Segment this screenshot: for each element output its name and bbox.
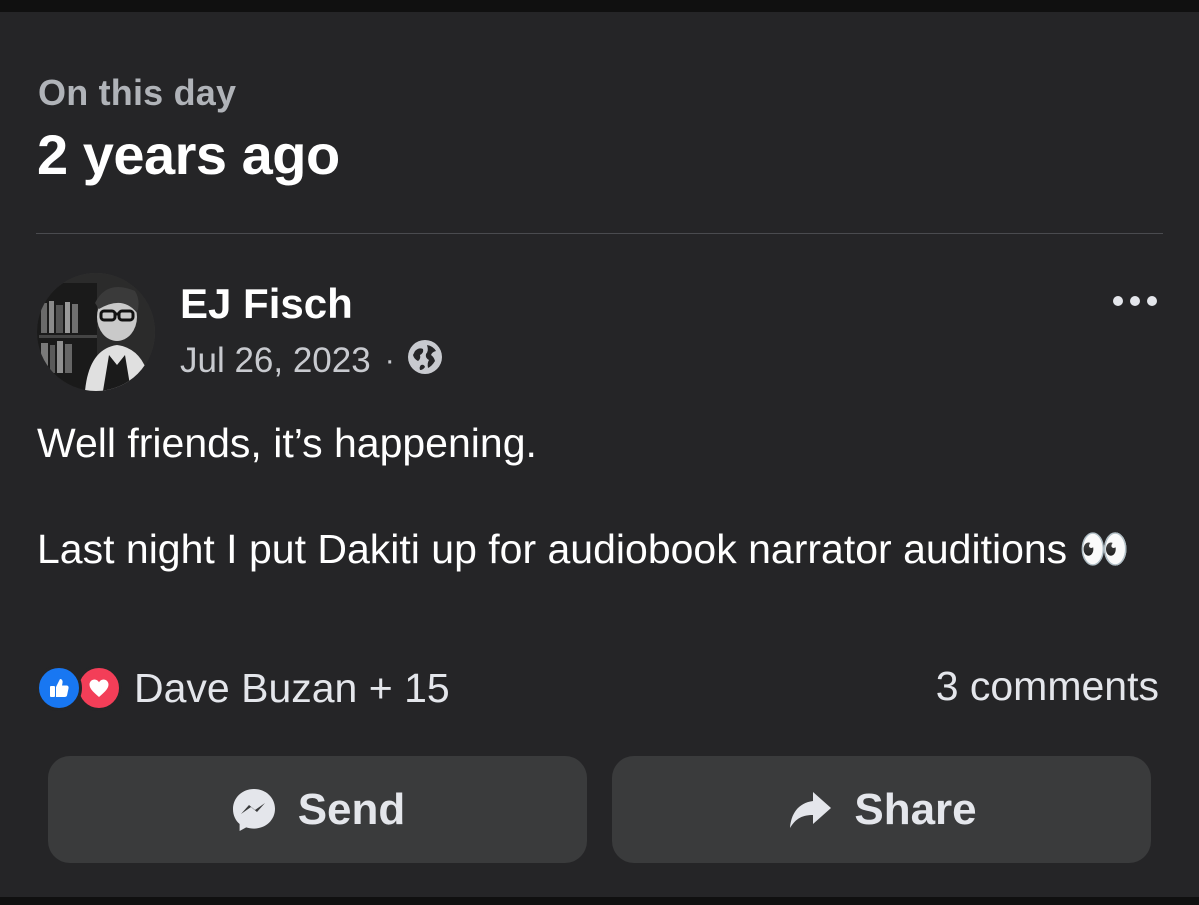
post-text: Well friends, it’s happening. Last night… — [37, 420, 1130, 572]
memory-card: On this day 2 years ago EJ Fisch Jul 26,… — [0, 12, 1199, 897]
post-meta: Jul 26, 2023 · — [180, 339, 443, 384]
share-label: Share — [854, 784, 977, 834]
comments-count[interactable]: 3 comments — [936, 663, 1159, 710]
reactors-text: Dave Buzan + 15 — [134, 664, 450, 711]
more-dot-icon — [1113, 296, 1123, 306]
memory-headline: 2 years ago — [37, 123, 340, 186]
love-icon — [76, 665, 122, 711]
author-name[interactable]: EJ Fisch — [180, 280, 353, 328]
reactions-summary[interactable]: Dave Buzan + 15 — [36, 660, 450, 716]
send-button[interactable]: Send — [48, 756, 587, 863]
share-button[interactable]: Share — [612, 756, 1151, 863]
post-date[interactable]: Jul 26, 2023 — [180, 341, 371, 381]
more-dot-icon — [1130, 296, 1140, 306]
top-edge — [0, 0, 1199, 12]
globe-icon[interactable] — [407, 339, 443, 384]
avatar[interactable] — [37, 273, 155, 391]
memory-eyebrow: On this day — [38, 72, 237, 113]
more-dot-icon — [1147, 296, 1157, 306]
more-options-button[interactable] — [1104, 284, 1166, 318]
share-arrow-icon — [786, 786, 834, 834]
send-label: Send — [297, 784, 406, 834]
bottom-edge — [0, 897, 1199, 905]
divider — [36, 233, 1163, 234]
messenger-icon — [230, 786, 278, 834]
like-icon — [36, 665, 82, 711]
meta-separator: · — [384, 344, 395, 377]
